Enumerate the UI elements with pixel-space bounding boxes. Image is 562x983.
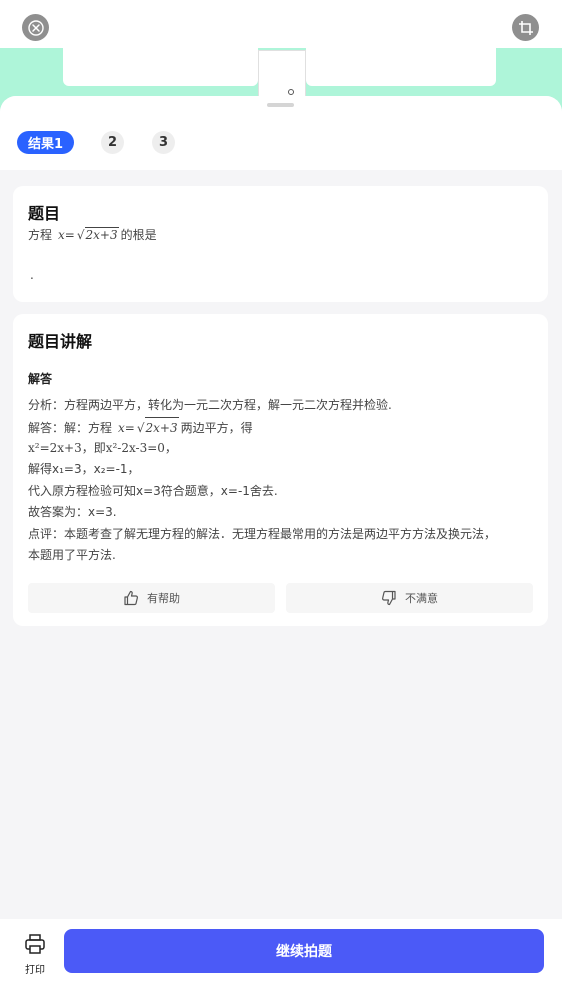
print-label: 打印: [25, 965, 45, 976]
close-button[interactable]: [22, 14, 49, 41]
answer-heading: 解答: [28, 372, 53, 386]
photo-paper-center: [258, 50, 306, 102]
check-line: 代入原方程检验可知x=3符合题意，x=-1舍去.: [28, 484, 278, 498]
analysis-line: 分析：方程两边平方，转化为一元二次方程，解一元二次方程并检验.: [28, 398, 392, 412]
unsatisfied-button[interactable]: 不满意: [286, 583, 533, 613]
photo-paper-right: [306, 48, 496, 86]
solution-prefix: 解答：解：方程: [28, 420, 113, 435]
continue-photo-button[interactable]: 继续拍题: [64, 929, 544, 973]
thumbs-up-icon: [124, 590, 138, 606]
comment-line-2: 本题用了平方法.: [28, 548, 116, 562]
thumbs-down-icon: [382, 590, 396, 606]
photo-paper-left: [63, 48, 258, 86]
helpful-label: 有帮助: [147, 592, 180, 605]
roots-line: 解得x₁=3，x₂=-1，: [28, 462, 140, 476]
question-blank: .: [30, 268, 34, 282]
sqrt-icon: √: [76, 228, 85, 242]
sqrt-expression-2: √ 2x+3: [137, 417, 179, 438]
comment-line: 点评：本题考查了解无理方程的解法．无理方程最常用的方法是两边平方方法及换元法，: [28, 527, 497, 541]
sqrt-expression: √ 2x+3: [77, 227, 119, 242]
print-button[interactable]: 打印: [22, 933, 48, 976]
tab-result-1[interactable]: 结果1: [17, 131, 74, 154]
question-prefix: 方程: [28, 228, 53, 242]
result-tabs: 结果1 2 3: [17, 131, 203, 154]
sheet-grabber[interactable]: [267, 103, 294, 107]
tab-result-3[interactable]: 3: [152, 131, 175, 154]
close-icon: [27, 19, 44, 36]
equation-line: x²=2x+3，即x²-2x-3=0，: [28, 441, 177, 455]
question-suffix: 的根是: [120, 228, 157, 242]
explanation-card: 题目讲解 解答 分析：方程两边平方，转化为一元二次方程，解一元二次方程并检验. …: [13, 314, 548, 626]
question-card: 题目 方程 x= √ 2x+3 的根是 .: [13, 186, 548, 302]
explanation-title: 题目讲解: [28, 332, 93, 351]
helpful-button[interactable]: 有帮助: [28, 583, 275, 613]
unsatisfied-label: 不满意: [405, 592, 438, 605]
sheet-header: 结果1 2 3: [0, 96, 562, 170]
solution-lhs: x=: [118, 420, 135, 435]
result-sheet: 结果1 2 3 题目 方程 x= √ 2x+3 的根是 . 题目讲解 解答 分析…: [0, 96, 562, 919]
printer-icon: [25, 934, 45, 954]
question-radicand: 2x+3: [84, 227, 119, 242]
crop-icon: [518, 20, 533, 35]
solution-suffix: 两边平方，得: [180, 420, 253, 435]
solution-line: 解答：解：方程 x= √ 2x+3 两边平方，得: [28, 417, 533, 438]
question-text: 方程 x= √ 2x+3 的根是: [28, 226, 157, 243]
question-lhs: x=: [58, 227, 75, 242]
bottom-bar: 打印 继续拍题: [0, 919, 562, 983]
answer-line: 故答案为：x=3.: [28, 505, 117, 519]
solution-radicand: 2x+3: [144, 417, 179, 438]
crop-button[interactable]: [512, 14, 539, 41]
tab-result-2[interactable]: 2: [101, 131, 124, 154]
question-title: 题目: [28, 204, 61, 223]
sqrt-icon: √: [136, 421, 145, 435]
photo-mark: [288, 89, 294, 95]
